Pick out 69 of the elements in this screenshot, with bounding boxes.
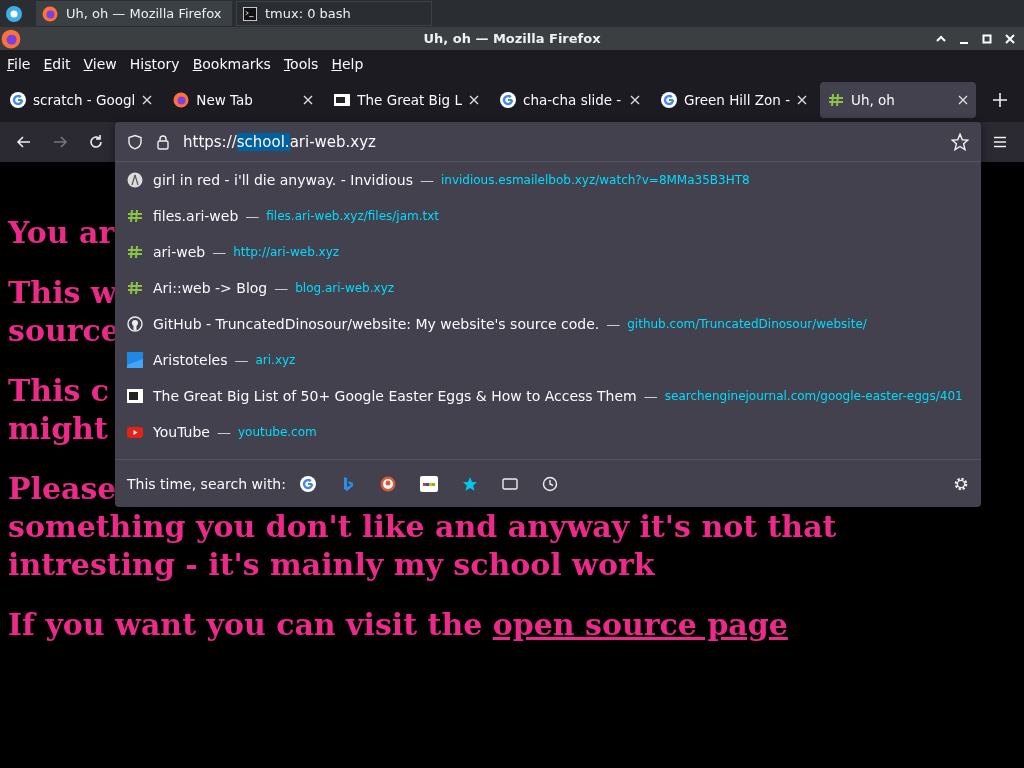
suggestion-row[interactable]: girl in red - i'll die anyway. - Invidious — invidious.esmailelbob.xyz/watch?v=8MMa35B3HT8: [115, 162, 981, 198]
close-icon[interactable]: [797, 95, 808, 105]
new-tab-icon[interactable]: [993, 93, 1008, 107]
firefox-icon: [1, 28, 21, 49]
star-icon[interactable]: [461, 475, 478, 492]
browser-tab[interactable]: Uh, oh: [820, 82, 977, 118]
suggestion-row[interactable]: Ari::web -> Blog — blog.ari-web.xyz: [115, 270, 981, 306]
ebay-icon[interactable]: [419, 475, 438, 492]
close-icon[interactable]: [303, 95, 314, 105]
page-text: something you don't like and anyway it's not that: [8, 508, 837, 546]
browser-tab[interactable]: The Great Big L: [326, 82, 487, 118]
menu-item[interactable]: Bookmarks: [192, 56, 271, 72]
reload-icon[interactable]: [88, 134, 104, 150]
browser-tab[interactable]: New Tab: [165, 82, 322, 118]
firefox-icon: [42, 5, 58, 22]
browser-tab[interactable]: scratch - Googl: [2, 82, 161, 118]
menu-item[interactable]: History: [129, 56, 180, 72]
menu-item[interactable]: Tools: [283, 56, 319, 72]
browser-tab[interactable]: Green Hill Zon -: [653, 82, 816, 118]
maximize-icon[interactable]: [981, 32, 993, 45]
page-text: If you want you can visit the open source page: [8, 606, 788, 644]
suggestion-row[interactable]: YouTube — youtube.com: [115, 414, 981, 450]
suggestion-row[interactable]: ari-web — http://ari-web.xyz: [115, 234, 981, 270]
settings-icon[interactable]: [953, 475, 969, 492]
page-text: Please: [8, 470, 117, 508]
google-icon[interactable]: [299, 475, 316, 492]
forward-icon[interactable]: [52, 134, 68, 150]
firefox-icon: [173, 92, 190, 108]
page-text: You ar: [8, 214, 115, 252]
google-icon: [10, 92, 26, 108]
google-icon: [500, 92, 516, 108]
hash-icon: [127, 208, 143, 224]
youtube-icon: [127, 424, 143, 440]
url-field[interactable]: https://school.ari-web.xyz: [183, 132, 376, 151]
suggestion-row[interactable]: files.ari-web — files.ari-web.xyz/files/jam.txt: [115, 198, 981, 234]
lock-icon[interactable]: [155, 133, 171, 150]
menu-item[interactable]: Help: [331, 56, 364, 72]
window-title: Uh, oh — Mozilla Firefox: [422, 31, 602, 46]
suggestion-row[interactable]: The Great Big List of 50+ Google Easter Eggs & How to Access Them — searchenginejournal.com/google-easter-eggs/401: [115, 378, 981, 414]
taskbar-task[interactable]: Uh, oh — Mozilla Firefox: [36, 1, 232, 26]
tab-icon[interactable]: [501, 475, 518, 492]
hash-icon: [127, 280, 143, 296]
page-text: This c: [8, 372, 110, 410]
back-icon[interactable]: [16, 134, 32, 150]
landscape-icon: [127, 352, 143, 368]
page-text: This w: [8, 274, 117, 312]
close-icon[interactable]: [630, 95, 640, 105]
invidious-icon: [127, 172, 143, 188]
menu-item[interactable]: View: [83, 56, 117, 72]
page-text: intresting - it's mainly my school work: [8, 546, 655, 584]
source-page-link[interactable]: open source page: [492, 607, 788, 642]
history-icon[interactable]: [541, 475, 558, 492]
browser-tab[interactable]: cha-cha slide -: [492, 82, 648, 118]
close-icon[interactable]: [958, 95, 969, 105]
menu-item[interactable]: Edit: [43, 56, 71, 72]
menu-item[interactable]: File: [7, 56, 31, 72]
app-launcher-icon[interactable]: [6, 5, 22, 22]
google-icon: [661, 92, 677, 108]
search-with-label: This time, search with:: [127, 475, 286, 492]
star-icon[interactable]: [951, 132, 969, 151]
page-text: might: [8, 410, 108, 448]
shield-icon[interactable]: [127, 133, 143, 150]
hash-icon: [127, 244, 143, 260]
hash-icon: [828, 92, 845, 108]
menu-icon[interactable]: [992, 134, 1008, 150]
terminal-icon: [243, 6, 257, 21]
close-icon[interactable]: [469, 95, 479, 105]
close-icon[interactable]: [142, 95, 153, 105]
taskbar-task[interactable]: tmux: 0 bash: [236, 1, 432, 26]
